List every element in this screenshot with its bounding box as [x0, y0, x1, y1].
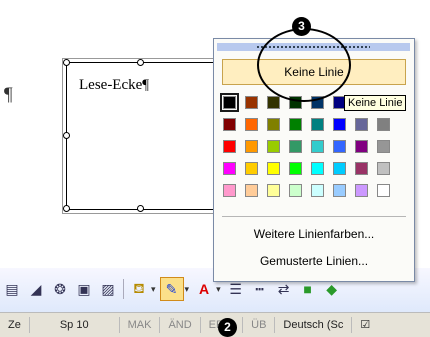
- color-swatch[interactable]: [245, 118, 258, 131]
- color-swatch[interactable]: [245, 96, 258, 109]
- color-swatch[interactable]: [333, 162, 346, 175]
- text-box-content[interactable]: Lese-Ecke¶: [79, 77, 149, 94]
- color-swatch[interactable]: [289, 118, 302, 131]
- color-swatch[interactable]: [333, 184, 346, 197]
- color-swatch[interactable]: [267, 118, 280, 131]
- chevron-down-icon[interactable]: ▾: [216, 284, 221, 295]
- color-swatch[interactable]: [220, 93, 239, 112]
- color-swatch[interactable]: [223, 162, 236, 175]
- resize-handle[interactable]: [63, 59, 70, 66]
- resize-handle[interactable]: [137, 59, 144, 66]
- color-swatch[interactable]: [311, 140, 324, 153]
- status-macro[interactable]: MAK: [120, 317, 161, 333]
- menu-separator: [222, 216, 406, 217]
- color-swatch[interactable]: [377, 118, 390, 131]
- paragraph-mark: ¶: [4, 84, 13, 105]
- color-swatch[interactable]: [267, 96, 280, 109]
- color-swatch[interactable]: [377, 184, 390, 197]
- color-swatch[interactable]: [245, 184, 258, 197]
- chevron-down-icon[interactable]: ▾: [185, 284, 190, 295]
- color-swatch[interactable]: [355, 162, 368, 175]
- toolbar-separator: [123, 279, 124, 299]
- color-swatch[interactable]: [311, 162, 324, 175]
- color-swatch[interactable]: [223, 140, 236, 153]
- color-swatch[interactable]: [355, 118, 368, 131]
- color-swatch[interactable]: [245, 140, 258, 153]
- line-color-icon[interactable]: ✎: [159, 277, 184, 301]
- text-box[interactable]: Lese-Ecke¶: [62, 58, 219, 214]
- tooltip: Keine Linie: [344, 95, 407, 111]
- color-swatch[interactable]: [333, 140, 346, 153]
- font-color-icon[interactable]: A: [193, 278, 215, 300]
- status-bar: Ze Sp 10 MAK ÄND ERW ÜB Deutsch (Sc ☑: [0, 312, 430, 337]
- color-swatch[interactable]: [267, 184, 280, 197]
- color-swatch[interactable]: [333, 118, 346, 131]
- color-swatch[interactable]: [245, 162, 258, 175]
- color-swatch[interactable]: [223, 118, 236, 131]
- resize-handle[interactable]: [63, 205, 70, 212]
- color-swatch[interactable]: [311, 118, 324, 131]
- chevron-down-icon[interactable]: ▾: [151, 284, 156, 295]
- color-swatch[interactable]: [223, 184, 236, 197]
- fill-color-icon[interactable]: ⛾: [128, 278, 150, 300]
- status-overtype[interactable]: ÜB: [243, 317, 276, 333]
- color-swatch[interactable]: [355, 184, 368, 197]
- annotation-circle: [257, 28, 351, 102]
- resize-handle[interactable]: [137, 205, 144, 212]
- color-swatch[interactable]: [289, 162, 302, 175]
- diagram-icon[interactable]: ❂: [49, 278, 71, 300]
- picture-icon[interactable]: ▨: [97, 278, 119, 300]
- color-swatch[interactable]: [377, 162, 390, 175]
- color-swatch[interactable]: [289, 184, 302, 197]
- status-line: Ze: [0, 317, 30, 333]
- color-swatch[interactable]: [377, 140, 390, 153]
- wordart-icon[interactable]: ◢: [25, 278, 47, 300]
- spellcheck-icon[interactable]: ☑: [352, 317, 378, 333]
- status-language[interactable]: Deutsch (Sc: [275, 317, 353, 333]
- status-column: Sp 10: [30, 317, 120, 333]
- color-swatch[interactable]: [267, 140, 280, 153]
- resize-handle[interactable]: [63, 132, 70, 139]
- patterned-lines-button[interactable]: Gemusterte Linien...: [214, 254, 414, 268]
- color-swatch[interactable]: [267, 162, 280, 175]
- color-swatch[interactable]: [289, 140, 302, 153]
- more-line-colors-button[interactable]: Weitere Linienfarben...: [214, 227, 414, 241]
- color-swatch[interactable]: [355, 140, 368, 153]
- color-swatch[interactable]: [311, 184, 324, 197]
- textbox-icon[interactable]: ▤: [1, 278, 23, 300]
- status-track-changes[interactable]: ÄND: [160, 317, 201, 333]
- step-marker-2: 2: [218, 318, 237, 337]
- clipart-icon[interactable]: ▣: [73, 278, 95, 300]
- step-marker-3: 3: [292, 17, 311, 36]
